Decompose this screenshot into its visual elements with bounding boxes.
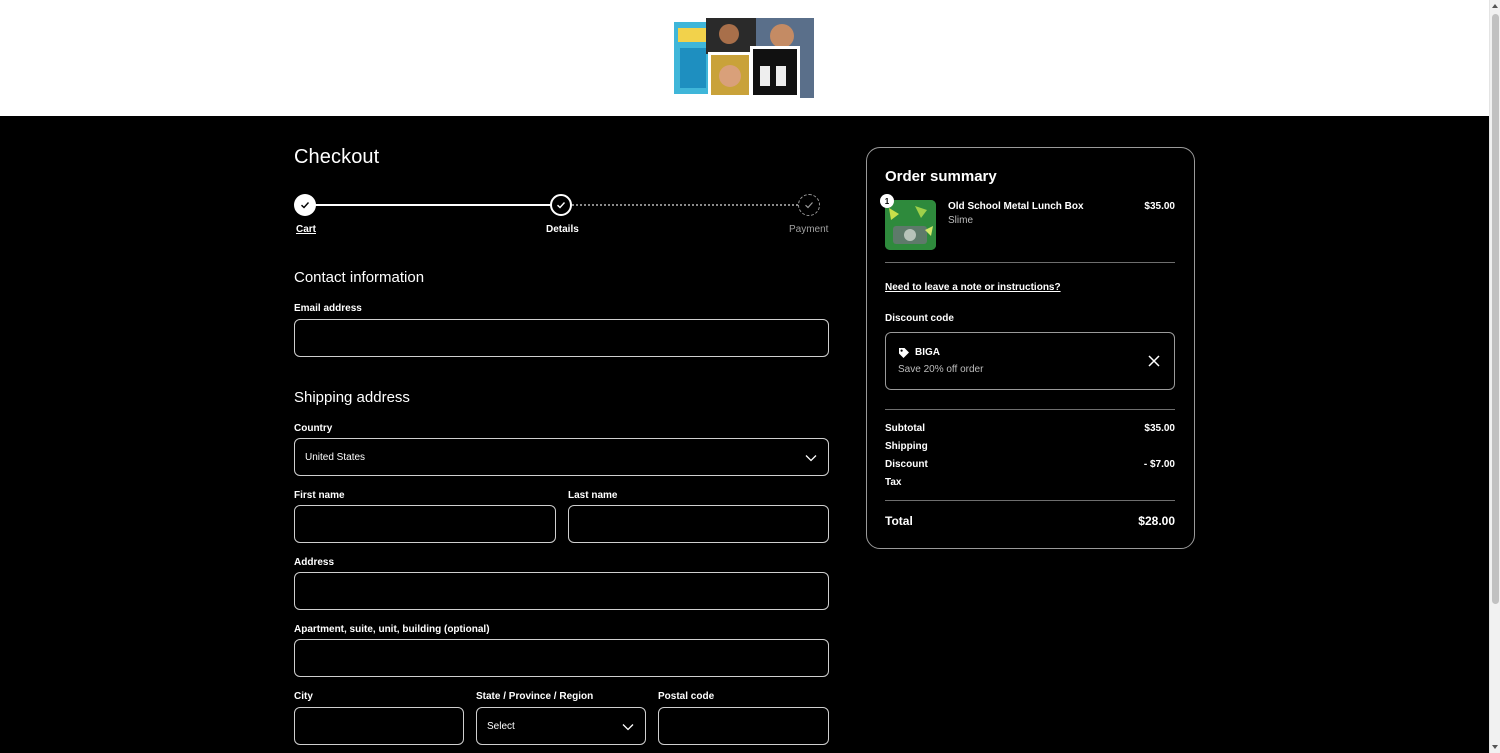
first-name-input[interactable]	[294, 505, 556, 543]
apartment-label: Apartment, suite, unit, building (option…	[294, 624, 490, 635]
scroll-down-arrow-icon[interactable]	[1492, 745, 1498, 749]
subtotal-label: Subtotal	[885, 423, 925, 434]
chevron-down-icon	[805, 455, 817, 462]
city-label: City	[294, 691, 313, 702]
address-input[interactable]	[294, 572, 829, 610]
country-label: Country	[294, 423, 333, 434]
check-icon	[805, 202, 813, 209]
first-name-label: First name	[294, 490, 345, 501]
summary-divider	[885, 262, 1175, 263]
step-details-label: Details	[546, 224, 579, 235]
contact-section-title: Contact information	[294, 269, 425, 286]
check-icon	[557, 202, 566, 209]
check-icon	[301, 202, 310, 209]
address-label: Address	[294, 557, 335, 568]
state-select-value: Select	[487, 720, 515, 732]
stepper-remaining-line	[561, 204, 809, 206]
step-cart-link[interactable]: Cart	[296, 224, 316, 235]
postal-code-label: Postal code	[658, 691, 715, 702]
email-label: Email address	[294, 303, 362, 314]
page-title: Checkout	[294, 146, 380, 168]
page-scrollbar[interactable]	[1489, 0, 1500, 753]
item-name: Old School Metal Lunch Box	[948, 201, 1084, 212]
applied-discount-card	[885, 332, 1175, 390]
shipping-section-title: Shipping address	[294, 389, 410, 406]
tax-label: Tax	[885, 477, 902, 488]
tag-icon	[899, 348, 909, 358]
discount-value: - $7.00	[1143, 459, 1175, 470]
store-header	[0, 0, 1489, 116]
last-name-input[interactable]	[568, 505, 829, 543]
city-input[interactable]	[294, 707, 464, 745]
country-select-value: United States	[305, 451, 366, 463]
close-icon[interactable]	[1148, 355, 1160, 367]
scroll-up-arrow-icon[interactable]	[1492, 4, 1498, 8]
lunch-box-image	[885, 200, 936, 250]
step-cart-indicator[interactable]	[294, 194, 316, 216]
stepper-progress-line	[305, 204, 561, 206]
total-label: Total	[885, 514, 913, 528]
shipping-label: Shipping	[885, 441, 928, 452]
email-input[interactable]	[294, 319, 829, 357]
subtotal-value: $35.00	[1144, 423, 1175, 434]
discount-code-label: Discount code	[885, 313, 954, 324]
total-value: $28.00	[1138, 514, 1175, 528]
chevron-down-icon	[622, 724, 634, 731]
scroll-thumb[interactable]	[1492, 14, 1499, 604]
order-summary-title: Order summary	[885, 168, 997, 185]
store-logo[interactable]	[674, 18, 814, 98]
item-price: $35.00	[1144, 201, 1175, 212]
discount-code: BIGA	[915, 347, 940, 358]
summary-divider	[885, 409, 1175, 410]
item-variant: Slime	[948, 215, 974, 226]
step-payment-indicator	[798, 194, 820, 216]
step-details-indicator	[550, 194, 572, 216]
apartment-input[interactable]	[294, 639, 829, 677]
summary-divider	[885, 500, 1175, 501]
country-select[interactable]: United States	[294, 438, 829, 476]
state-select[interactable]: Select	[476, 707, 646, 745]
discount-description: Save 20% off order	[898, 364, 984, 375]
step-payment-label: Payment	[789, 224, 829, 235]
last-name-label: Last name	[568, 490, 618, 501]
quantity-badge: 1	[880, 194, 894, 208]
leave-note-link[interactable]: Need to leave a note or instructions?	[885, 282, 1061, 293]
state-label: State / Province / Region	[476, 691, 594, 702]
postal-code-input[interactable]	[658, 707, 829, 745]
discount-label: Discount	[885, 459, 928, 470]
product-thumbnail	[885, 200, 936, 250]
